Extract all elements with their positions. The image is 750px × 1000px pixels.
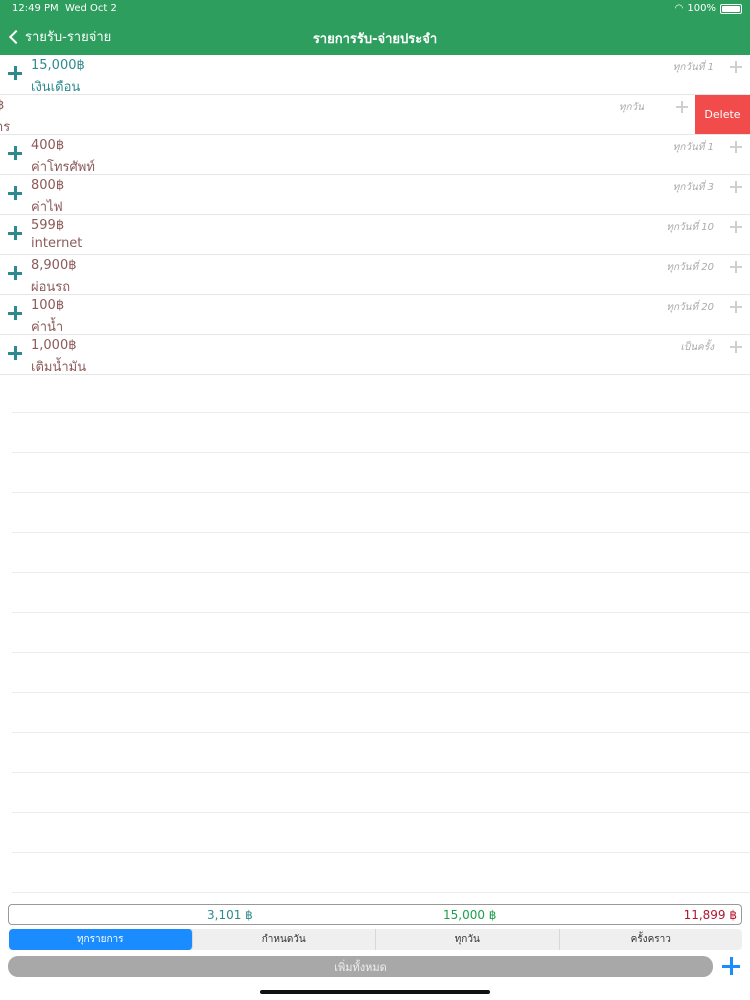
list-item[interactable]: 800฿ ค่าไฟ ทุกวันที่ 3 [0,175,750,215]
item-frequency: ทุกวันที่ 1 [672,142,714,153]
divider [12,573,750,613]
item-amount: 15,000฿ [31,58,85,73]
page-title: รายการรับ-จ่ายประจำ [312,32,438,47]
item-name: เงินเดือน [31,80,81,95]
plus-icon[interactable] [676,101,688,113]
add-item-icon[interactable] [8,186,22,200]
item-frequency: ทุกวันที่ 10 [666,222,714,233]
divider [12,853,750,893]
home-indicator [260,990,490,994]
plus-icon[interactable] [730,181,742,193]
battery-percent: 100% [687,3,716,14]
add-item-icon[interactable] [8,306,22,320]
item-frequency: ทุกวันที่ 20 [666,262,714,273]
delete-button[interactable]: Delete [695,95,750,134]
item-name: ค่าน้ำ [31,320,64,335]
list-item[interactable]: 400฿ ค่าโทรศัพท์ ทุกวันที่ 1 [0,135,750,175]
item-frequency: ทุกวันที่ 3 [672,182,714,193]
divider [12,813,750,853]
item-amount: 800฿ [31,178,65,193]
filter-occasional[interactable]: ครั้งคราว [560,929,743,950]
plus-icon[interactable] [730,261,742,273]
wifi-icon: ◠ [674,3,684,14]
divider [12,453,750,493]
list-item[interactable]: 100฿ ค่าน้ำ ทุกวันที่ 20 [0,295,750,335]
navigation-bar: รายรับ-รายจ่าย รายการรับ-จ่ายประจำ [0,18,750,55]
add-item-icon[interactable] [8,146,22,160]
divider [12,653,750,693]
item-name: internet [31,236,83,251]
add-new-icon[interactable] [722,957,740,975]
battery-icon [720,3,742,14]
list-item-swiped[interactable]: ฿ าร ทุกวัน Delete [0,95,750,135]
item-name: ค่าโทรศัพท์ [31,160,95,175]
item-amount: 100฿ [31,298,65,313]
total-balance: 11,899 ฿ [683,908,737,922]
divider [12,373,750,413]
totals-bar: 3,101 ฿ 15,000 ฿ 11,899 ฿ [8,904,742,925]
filter-scheduled[interactable]: กำหนดวัน [193,929,376,950]
divider [12,693,750,733]
total-expense: 3,101 ฿ [207,908,253,922]
recurring-list: 15,000฿ เงินเดือน ทุกวันที่ 1 ฿ าร ทุกวั… [0,55,750,375]
list-item[interactable]: 599฿ internet ทุกวันที่ 10 [0,215,750,255]
add-item-icon[interactable] [8,226,22,240]
item-amount: 599฿ [31,218,65,233]
item-frequency: ทุกวันที่ 1 [672,62,714,73]
item-amount: 8,900฿ [31,258,77,273]
divider [12,773,750,813]
divider [12,413,750,453]
status-right: ◠ 100% [675,3,742,14]
filter-all[interactable]: ทุกรายการ [9,929,193,950]
item-name: าร [0,120,11,135]
item-amount: ฿ [0,98,5,113]
status-time: 12:49 PM Wed Oct 2 [12,3,117,14]
add-item-icon[interactable] [8,66,22,80]
item-name: ผ่อนรถ [31,280,71,295]
divider [12,613,750,653]
add-item-icon[interactable] [8,266,22,280]
plus-icon[interactable] [730,141,742,153]
status-bar: 12:49 PM Wed Oct 2 ◠ 100% [0,0,750,18]
item-name: ค่าไฟ [31,200,63,215]
plus-icon[interactable] [730,301,742,313]
divider [12,493,750,533]
add-item-icon[interactable] [8,346,22,360]
empty-list-area [12,373,750,893]
list-item[interactable]: 8,900฿ ผ่อนรถ ทุกวันที่ 20 [0,255,750,295]
divider [12,733,750,773]
list-item[interactable]: 15,000฿ เงินเดือน ทุกวันที่ 1 [0,55,750,95]
item-amount: 1,000฿ [31,338,77,353]
plus-icon[interactable] [730,61,742,73]
filter-segmented-control: ทุกรายการ กำหนดวัน ทุกวัน ครั้งคราว [9,929,742,950]
item-frequency: เป็นครั้ง [680,342,714,353]
item-amount: 400฿ [31,138,65,153]
plus-icon[interactable] [730,221,742,233]
filter-daily[interactable]: ทุกวัน [376,929,560,950]
divider [12,533,750,573]
list-item[interactable]: 1,000฿ เติมน้ำมัน เป็นครั้ง [0,335,750,375]
item-frequency: ทุกวันที่ 20 [666,302,714,313]
add-all-button[interactable]: เพิ่มทั้งหมด [8,956,713,977]
item-frequency: ทุกวัน [618,102,644,113]
total-income: 15,000 ฿ [443,908,497,922]
plus-icon[interactable] [730,341,742,353]
